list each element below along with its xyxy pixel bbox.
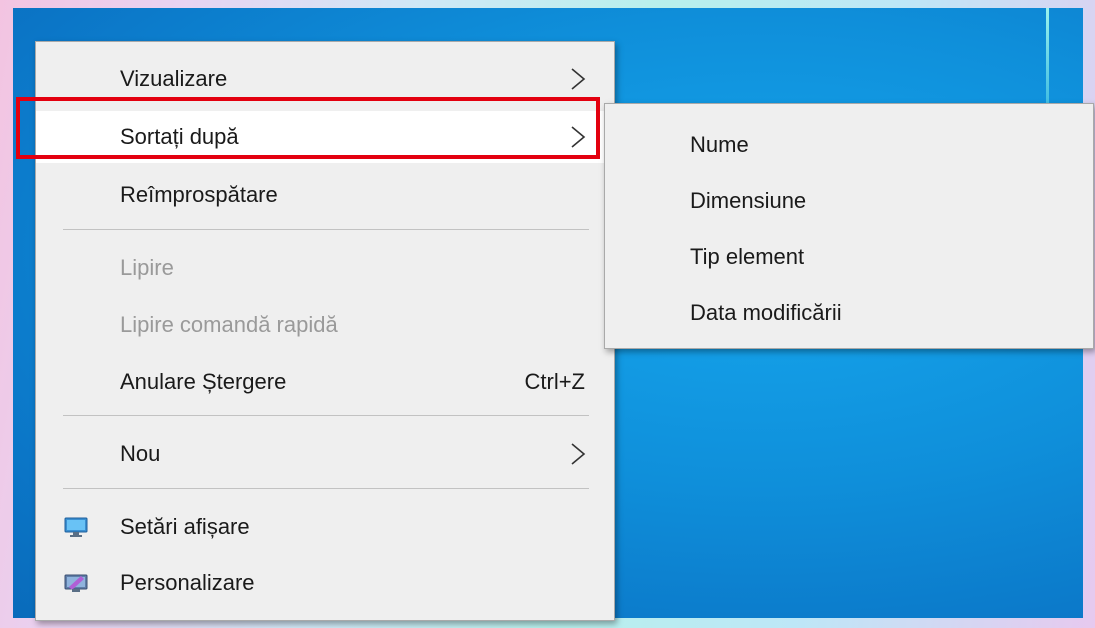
chevron-right-icon: [571, 443, 586, 465]
submenu-item-label: Nume: [690, 132, 749, 157]
personalize-icon: [64, 574, 88, 592]
menu-separator: [63, 415, 589, 416]
menu-item-label: Lipire comandă rapidă: [120, 312, 338, 337]
menu-item-paste: Lipire: [36, 242, 614, 294]
menu-item-display-settings[interactable]: Setări afișare: [36, 501, 614, 553]
chevron-right-icon: [571, 126, 586, 148]
menu-item-paste-shortcut: Lipire comandă rapidă: [36, 299, 614, 351]
sort-by-submenu: Nume Dimensiune Tip element Data modific…: [604, 103, 1094, 349]
desktop-context-menu: Vizualizare Sortați după Reîmprospătare …: [35, 41, 615, 621]
menu-item-label: Personalizare: [120, 570, 255, 595]
menu-item-personalize[interactable]: Personalizare: [36, 557, 614, 609]
menu-item-undo-delete[interactable]: Anulare Ștergere Ctrl+Z: [36, 356, 614, 408]
submenu-item-size[interactable]: Dimensiune: [605, 175, 1093, 227]
menu-separator: [63, 488, 589, 489]
menu-item-label: Setări afișare: [120, 514, 250, 539]
menu-item-label: Sortați după: [120, 124, 239, 149]
menu-item-view[interactable]: Vizualizare: [36, 53, 614, 105]
keyboard-shortcut: Ctrl+Z: [524, 369, 586, 394]
submenu-item-label: Data modificării: [690, 300, 842, 325]
submenu-item-item-type[interactable]: Tip element: [605, 231, 1093, 283]
menu-item-label: Vizualizare: [120, 66, 228, 91]
menu-item-label: Nou: [120, 441, 161, 466]
submenu-item-date-modified[interactable]: Data modificării: [605, 287, 1093, 339]
menu-item-sort-by[interactable]: Sortați după: [36, 111, 614, 163]
display-settings-icon: [64, 517, 88, 537]
chevron-right-icon: [571, 68, 586, 90]
submenu-item-name[interactable]: Nume: [605, 119, 1093, 171]
submenu-item-label: Tip element: [690, 244, 805, 269]
menu-item-refresh[interactable]: Reîmprospătare: [36, 169, 614, 221]
menu-item-new[interactable]: Nou: [36, 428, 614, 480]
menu-item-label: Anulare Ștergere: [120, 369, 287, 394]
menu-separator: [63, 229, 589, 230]
menu-item-label: Reîmprospătare: [120, 182, 278, 207]
menu-item-label: Lipire: [120, 255, 174, 280]
submenu-item-label: Dimensiune: [690, 188, 807, 213]
